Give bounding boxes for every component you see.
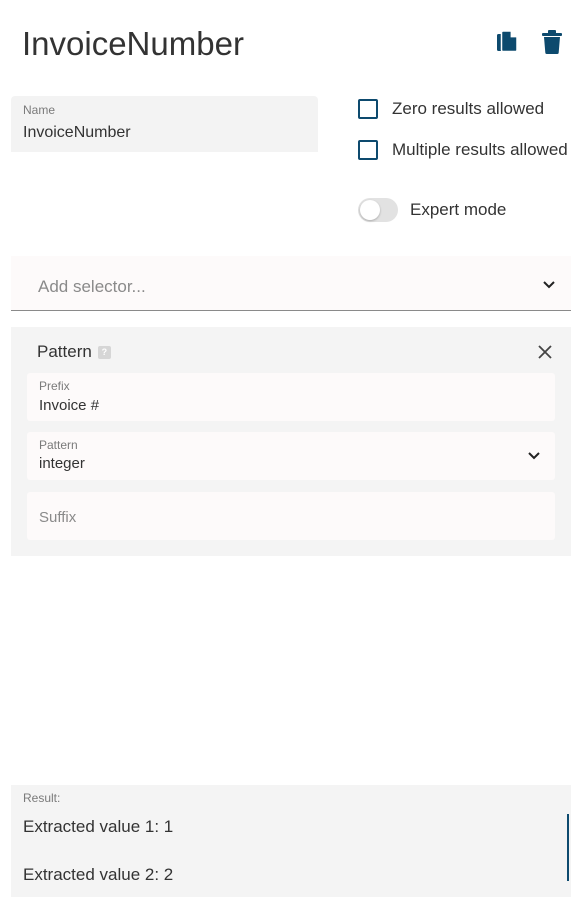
copy-button[interactable] (493, 26, 521, 58)
result-line: Extracted value 2: 2 (23, 865, 174, 884)
pattern-select-label: Pattern (39, 438, 78, 452)
expert-mode-toggle[interactable] (358, 198, 398, 222)
pattern-card: Pattern ? Prefix Invoice # Pattern integ… (11, 327, 571, 556)
expert-mode-label: Expert mode (410, 200, 507, 219)
pattern-card-title: Pattern (37, 342, 92, 361)
delete-button[interactable] (538, 26, 566, 58)
multiple-results-checkbox[interactable] (358, 140, 378, 160)
pattern-card-title-wrap: Pattern ? (37, 342, 111, 362)
suffix-placeholder: Suffix (39, 509, 77, 526)
copy-icon (497, 30, 518, 53)
add-selector-placeholder: Add selector... (38, 277, 146, 296)
result-scrollbar[interactable] (567, 814, 569, 881)
zero-results-label: Zero results allowed (392, 99, 545, 118)
multiple-results-checkbox-row[interactable]: Multiple results allowed (358, 140, 568, 160)
page-title: InvoiceNumber (22, 25, 244, 62)
add-selector-dropdown[interactable]: Add selector... (11, 256, 571, 311)
result-line: Extracted value 1: 1 (23, 817, 174, 836)
pattern-select-value: integer (39, 455, 85, 472)
zero-results-checkbox-row[interactable]: Zero results allowed (358, 99, 544, 119)
toggle-thumb (360, 200, 380, 220)
trash-icon (542, 30, 562, 54)
multiple-results-label: Multiple results allowed (392, 140, 568, 159)
expert-mode-row: Expert mode (358, 198, 506, 222)
name-field[interactable]: Name InvoiceNumber (11, 96, 318, 152)
chevron-down-icon (543, 281, 555, 289)
close-icon[interactable] (537, 344, 553, 360)
result-label: Result: (23, 791, 61, 805)
prefix-field[interactable]: Prefix Invoice # (27, 373, 555, 421)
pattern-select[interactable]: Pattern integer (27, 432, 555, 480)
zero-results-checkbox[interactable] (358, 99, 378, 119)
suffix-field[interactable]: Suffix (27, 492, 555, 540)
prefix-value: Invoice # (39, 397, 100, 414)
chevron-down-icon (528, 452, 540, 460)
name-field-label: Name (23, 103, 56, 117)
result-panel: Result: Extracted value 1: 1 Extracted v… (11, 785, 571, 897)
name-field-value: InvoiceNumber (23, 124, 131, 141)
prefix-label: Prefix (39, 379, 70, 393)
help-icon[interactable]: ? (97, 345, 111, 359)
